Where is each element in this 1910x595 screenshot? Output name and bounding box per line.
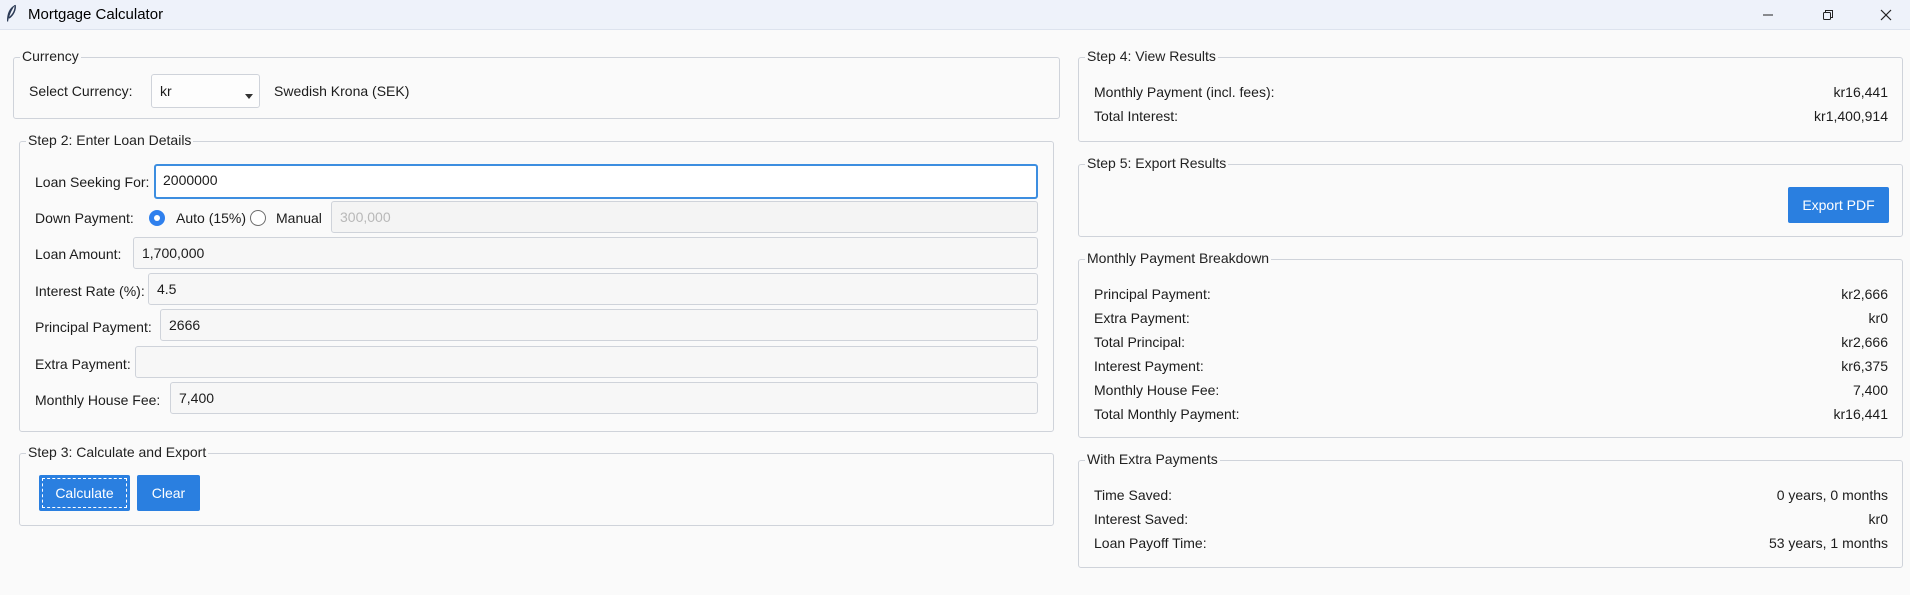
extra-label: Loan Payoff Time:	[1094, 535, 1207, 551]
principal-payment-label: Principal Payment:	[35, 319, 152, 335]
manual-down-payment-label: Manual	[276, 210, 322, 226]
result-label: Total Interest:	[1094, 108, 1179, 124]
breakdown-value: kr2,666	[1841, 286, 1888, 302]
extra-payments-legend: With Extra Payments	[1085, 451, 1220, 467]
export-pdf-button[interactable]: Export PDF	[1788, 187, 1889, 223]
down-payment-label: Down Payment:	[35, 210, 134, 226]
breakdown-label: Principal Payment:	[1094, 286, 1211, 302]
interest-rate-label: Interest Rate (%):	[35, 283, 145, 299]
breakdown-label: Interest Payment:	[1094, 358, 1204, 374]
result-label: Monthly Payment (incl. fees):	[1094, 84, 1275, 100]
extra-value: 53 years, 1 months	[1768, 535, 1888, 551]
feather-icon	[7, 4, 16, 22]
export-results-legend: Step 5: Export Results	[1085, 155, 1229, 171]
extra-value: 0 years, 0 months	[1776, 487, 1888, 503]
loan-amount-label: Loan Amount:	[35, 246, 122, 262]
calculate-export-legend: Step 3: Calculate and Export	[26, 444, 209, 460]
breakdown-value: 7,400	[1852, 382, 1888, 398]
close-button[interactable]	[1858, 0, 1910, 29]
close-icon	[1880, 9, 1892, 20]
extra-payment-input[interactable]	[135, 346, 1038, 378]
calculate-export-group: Step 3: Calculate and Export Calculate C…	[19, 444, 1054, 526]
chevron-down-icon	[245, 94, 253, 99]
restore-icon	[1823, 9, 1833, 20]
currency-group: Currency Select Currency: kr Swedish Kro…	[13, 48, 1060, 119]
select-currency-label: Select Currency:	[29, 83, 133, 99]
interest-rate-input[interactable]: 4.5	[148, 273, 1038, 305]
minimize-icon	[1763, 14, 1773, 15]
breakdown-label: Total Principal:	[1094, 334, 1186, 350]
view-results-group: Step 4: View Results Monthly Payment (in…	[1078, 48, 1903, 142]
title-bar: Mortgage Calculator	[0, 0, 1910, 30]
currency-select[interactable]: kr	[151, 74, 260, 108]
extra-payment-label: Extra Payment:	[35, 356, 131, 372]
loan-seeking-input[interactable]: 2000000	[154, 164, 1038, 199]
house-fee-input[interactable]: 7,400	[170, 382, 1038, 414]
result-value: kr16,441	[1833, 84, 1888, 100]
principal-payment-input[interactable]: 2666	[160, 309, 1038, 341]
extra-payments-group: With Extra Payments Time Saved: 0 years,…	[1078, 451, 1903, 568]
extra-label: Time Saved:	[1094, 487, 1173, 503]
payment-breakdown-group: Monthly Payment Breakdown Principal Paym…	[1078, 250, 1903, 438]
result-value: kr1,400,914	[1814, 108, 1888, 124]
auto-down-payment-label: Auto (15%)	[176, 210, 247, 226]
window-title: Mortgage Calculator	[28, 6, 164, 23]
breakdown-value: kr16,441	[1833, 406, 1888, 422]
breakdown-value: kr0	[1868, 310, 1888, 326]
breakdown-label: Total Monthly Payment:	[1094, 406, 1240, 422]
currency-legend: Currency	[20, 48, 81, 64]
extra-label: Interest Saved:	[1094, 511, 1189, 527]
breakdown-value: kr2,666	[1841, 334, 1888, 350]
extra-value: kr0	[1868, 511, 1888, 527]
breakdown-value: kr6,375	[1841, 358, 1888, 374]
breakdown-label: Extra Payment:	[1094, 310, 1190, 326]
export-results-group: Step 5: Export Results Export PDF	[1078, 155, 1903, 237]
minimize-button[interactable]	[1740, 0, 1796, 29]
currency-description: Swedish Krona (SEK)	[274, 83, 410, 99]
calculate-button[interactable]: Calculate	[39, 475, 130, 511]
payment-breakdown-legend: Monthly Payment Breakdown	[1085, 250, 1272, 266]
manual-down-payment-input[interactable]: 300,000	[331, 201, 1038, 233]
loan-details-legend: Step 2: Enter Loan Details	[26, 132, 194, 148]
breakdown-label: Monthly House Fee:	[1094, 382, 1220, 398]
house-fee-label: Monthly House Fee:	[35, 392, 161, 408]
currency-select-value: kr	[160, 83, 172, 99]
loan-seeking-label: Loan Seeking For:	[35, 174, 150, 190]
loan-details-group: Step 2: Enter Loan Details Loan Seeking …	[19, 132, 1054, 432]
view-results-legend: Step 4: View Results	[1085, 48, 1218, 64]
manual-down-payment-radio[interactable]	[250, 210, 266, 226]
restore-button[interactable]	[1800, 0, 1856, 29]
loan-amount-field[interactable]: 1,700,000	[133, 237, 1038, 269]
auto-down-payment-radio[interactable]	[149, 210, 165, 226]
clear-button[interactable]: Clear	[137, 475, 200, 511]
